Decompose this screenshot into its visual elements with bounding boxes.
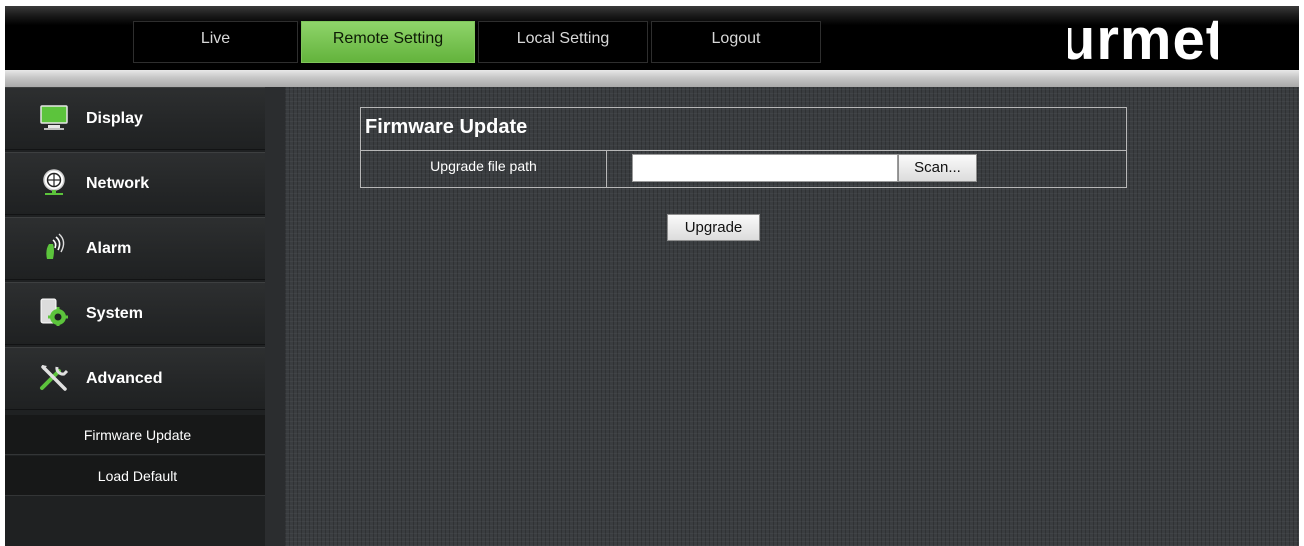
upgrade-path-label: Upgrade file path bbox=[361, 151, 607, 188]
sidebar-subitem-load-default[interactable]: Load Default bbox=[5, 456, 270, 496]
sidebar-item-label: Alarm bbox=[86, 240, 132, 257]
system-gear-icon bbox=[40, 298, 68, 326]
sidebar-item-alarm[interactable]: Alarm bbox=[5, 217, 270, 280]
upgrade-path-row: Upgrade file path Scan... bbox=[361, 150, 1126, 188]
sidebar-divider bbox=[265, 87, 285, 546]
sidebar: Display Network Alarm System Advanced Fi… bbox=[5, 87, 285, 546]
globe-network-icon bbox=[43, 169, 65, 195]
tab-logout[interactable]: Logout bbox=[651, 21, 821, 63]
main-content: Firmware Update Upgrade file path Scan..… bbox=[285, 87, 1299, 546]
urmet-logo: urmet bbox=[1068, 7, 1218, 64]
top-navigation-bar: Live Remote Setting Local Setting Logout… bbox=[5, 6, 1299, 70]
scan-button[interactable]: Scan... bbox=[898, 154, 977, 182]
sidebar-item-label: Network bbox=[86, 175, 150, 192]
sidebar-item-network[interactable]: Network bbox=[5, 152, 270, 215]
sidebar-item-advanced[interactable]: Advanced bbox=[5, 347, 270, 410]
tools-icon bbox=[40, 365, 69, 391]
tab-live[interactable]: Live bbox=[133, 21, 298, 63]
sidebar-item-system[interactable]: System bbox=[5, 282, 270, 345]
monitor-icon bbox=[40, 105, 68, 130]
sidebar-item-display[interactable]: Display bbox=[5, 87, 270, 150]
sidebar-item-label: System bbox=[86, 305, 143, 322]
firmware-update-panel: Firmware Update Upgrade file path Scan..… bbox=[360, 107, 1127, 188]
alarm-siren-icon bbox=[46, 233, 65, 259]
page-title: Firmware Update bbox=[365, 116, 528, 138]
tab-remote-setting[interactable]: Remote Setting bbox=[301, 21, 475, 63]
sidebar-item-label: Display bbox=[86, 110, 143, 127]
sidebar-subitem-firmware-update[interactable]: Firmware Update bbox=[5, 415, 270, 455]
sidebar-item-label: Advanced bbox=[86, 370, 163, 387]
urmet-logo-text: urmet bbox=[1068, 7, 1218, 64]
tab-local-setting[interactable]: Local Setting bbox=[478, 21, 648, 63]
upgrade-button[interactable]: Upgrade bbox=[667, 214, 760, 241]
header-divider bbox=[5, 70, 1299, 87]
upgrade-file-path-input[interactable] bbox=[632, 154, 898, 182]
